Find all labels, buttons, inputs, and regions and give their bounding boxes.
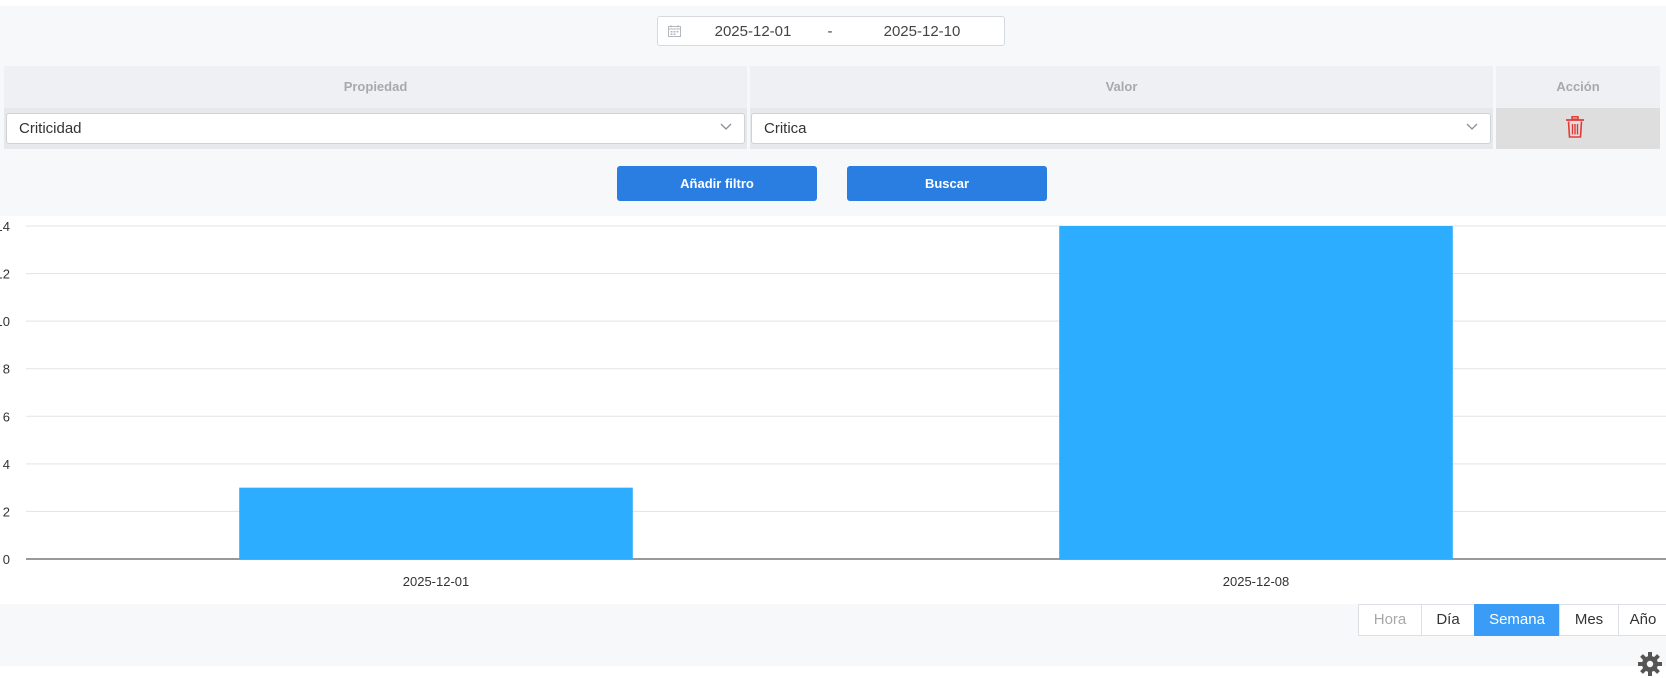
y-tick-label: 6 [3,409,10,424]
property-select-value: Criticidad [19,120,82,137]
y-tick-label: 2 [3,504,10,519]
granularity-hora[interactable]: Hora [1358,604,1422,636]
add-filter-button[interactable]: Añadir filtro [617,166,817,201]
bar [239,487,633,559]
header-valor: Valor [750,66,1493,108]
date-range-picker[interactable]: 2025-12-01 - 2025-12-10 [657,16,1005,46]
trash-icon[interactable] [1565,116,1585,138]
x-tick-label: 2025-12-01 [403,574,470,589]
date-separator: - [827,23,833,40]
property-select[interactable]: Criticidad [6,113,745,144]
y-tick-label: 0 [3,552,10,567]
end-date[interactable]: 2025-12-10 [877,23,967,40]
value-select[interactable]: Critica [751,113,1491,144]
search-button[interactable]: Buscar [847,166,1047,201]
y-tick-label: 4 [3,457,10,472]
bar [1059,226,1453,559]
chevron-down-icon [1466,123,1478,130]
header-propiedad: Propiedad [4,66,747,108]
gear-icon[interactable] [1636,650,1664,678]
y-tick-label: 14 [0,219,10,234]
y-tick-label: 10 [0,314,10,329]
bar-chart: 0 2 4 6 8 10 12 14 2025-12-01 2025-12-08 [0,219,1666,589]
x-tick-label: 2025-12-08 [1223,574,1290,589]
header-accion: Acción [1496,66,1660,108]
start-date[interactable]: 2025-12-01 [708,23,798,40]
value-select-value: Critica [764,120,807,137]
granularity-semana[interactable]: Semana [1474,604,1560,636]
y-tick-label: 8 [3,362,10,377]
granularity-ano[interactable]: Año [1618,604,1666,636]
chevron-down-icon [720,123,732,130]
y-tick-label: 12 [0,267,10,282]
granularity-dia[interactable]: Día [1421,604,1475,636]
granularity-mes[interactable]: Mes [1559,604,1619,636]
calendar-icon [668,25,681,37]
